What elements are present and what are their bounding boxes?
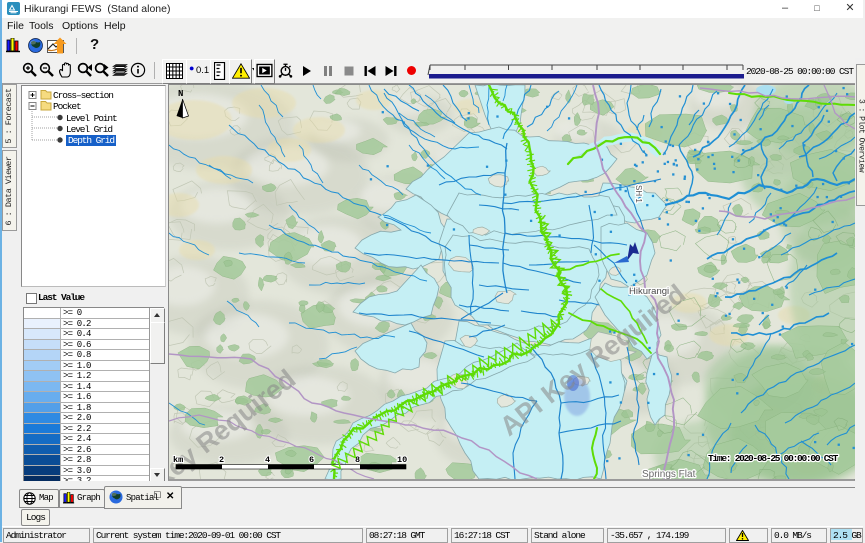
svg-text:Springs Flat: Springs Flat — [642, 469, 696, 479]
svg-text:2: 2 — [219, 455, 224, 465]
svg-text:4: 4 — [265, 455, 270, 465]
svg-text:6: 6 — [309, 455, 314, 465]
svg-text:Hikurangi: Hikurangi — [629, 286, 669, 297]
svg-text:km: km — [173, 455, 183, 465]
svg-text:SH 1: SH 1 — [634, 185, 643, 203]
svg-text:Time: 2020-08-25 00:00:00 CST: Time: 2020-08-25 00:00:00 CST — [708, 453, 839, 464]
svg-text:N: N — [178, 89, 183, 99]
svg-text:10: 10 — [397, 455, 407, 465]
